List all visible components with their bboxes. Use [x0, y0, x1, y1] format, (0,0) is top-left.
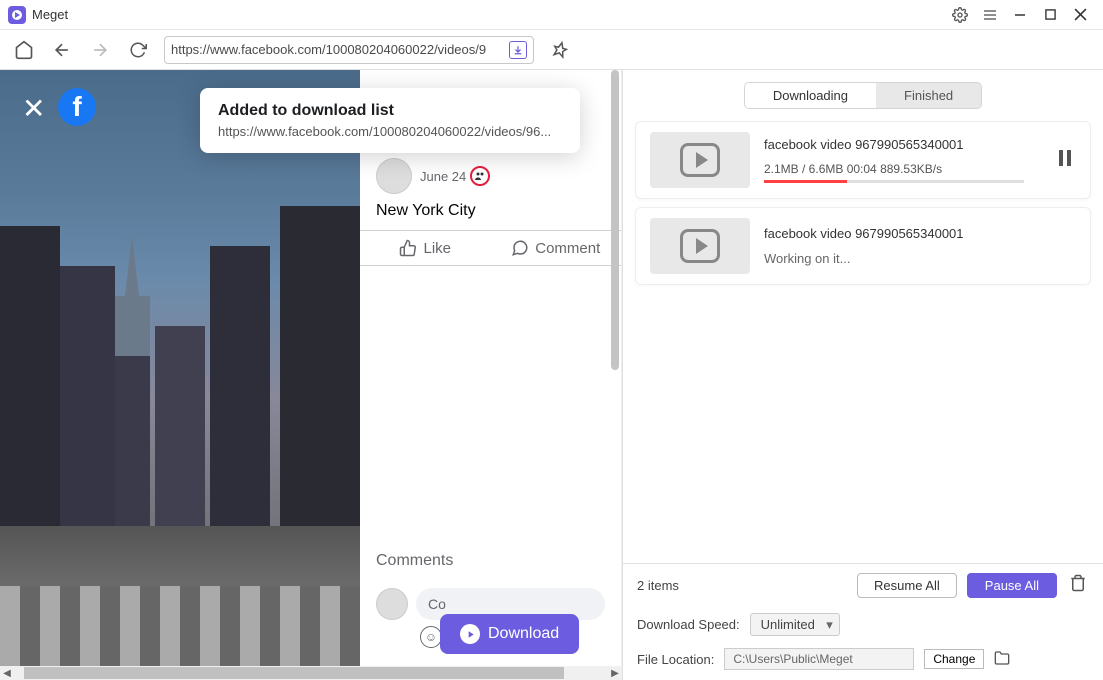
- scrollbar[interactable]: [611, 70, 619, 666]
- minimize-button[interactable]: [1005, 3, 1035, 27]
- app-title: Meget: [32, 7, 68, 22]
- progress-bar: [764, 180, 1024, 183]
- home-icon[interactable]: [12, 38, 36, 62]
- titlebar: Meget: [0, 0, 1103, 30]
- comment-button[interactable]: Comment: [491, 231, 622, 265]
- close-video-icon[interactable]: ✕: [22, 92, 45, 125]
- pause-icon[interactable]: [1054, 146, 1076, 175]
- download-item[interactable]: facebook video 967990565340001 2.1MB / 6…: [635, 121, 1091, 199]
- download-toast: Added to download list https://www.faceb…: [200, 88, 580, 153]
- download-name: facebook video 967990565340001: [764, 226, 1076, 241]
- location-label: File Location:: [637, 652, 714, 667]
- items-count: 2 items: [637, 578, 847, 593]
- app-logo: [8, 6, 26, 24]
- url-input[interactable]: https://www.facebook.com/100080204060022…: [164, 36, 534, 64]
- download-stats: 2.1MB / 6.6MB 00:04 889.53KB/s: [764, 162, 1040, 176]
- toast-url: https://www.facebook.com/100080204060022…: [218, 124, 562, 139]
- tab-finished[interactable]: Finished: [876, 83, 981, 108]
- commenter-avatar: [376, 588, 408, 620]
- facebook-logo[interactable]: f: [58, 88, 96, 126]
- audience-icon[interactable]: [470, 166, 490, 186]
- browser-bar: https://www.facebook.com/100080204060022…: [0, 30, 1103, 70]
- url-download-icon[interactable]: [509, 41, 527, 59]
- download-thumbnail: [650, 218, 750, 274]
- change-button[interactable]: Change: [924, 649, 984, 669]
- maximize-button[interactable]: [1035, 3, 1065, 27]
- post-title: New York City: [360, 198, 621, 230]
- post-date: June 24: [420, 169, 466, 184]
- author-avatar[interactable]: [376, 158, 412, 194]
- download-item[interactable]: facebook video 967990565340001 Working o…: [635, 207, 1091, 285]
- folder-icon[interactable]: [994, 650, 1010, 669]
- refresh-icon[interactable]: [126, 38, 150, 62]
- download-button-label: Download: [488, 625, 559, 643]
- horizontal-scrollbar[interactable]: ◀ ▶: [0, 666, 622, 680]
- download-icon: [460, 624, 480, 644]
- tabs: Downloading Finished: [623, 70, 1103, 117]
- speed-label: Download Speed:: [637, 617, 740, 632]
- forward-icon[interactable]: [88, 38, 112, 62]
- download-name: facebook video 967990565340001: [764, 137, 1040, 152]
- like-button[interactable]: Like: [360, 231, 491, 265]
- close-button[interactable]: [1065, 3, 1095, 27]
- downloads-panel: Downloading Finished facebook video 9679…: [622, 70, 1103, 680]
- browser-pane: ✕ f June 24 New York City Like: [0, 70, 622, 680]
- comment-label: Comment: [535, 240, 600, 257]
- trash-icon[interactable]: [1067, 572, 1089, 599]
- speed-select[interactable]: Unlimited: [750, 613, 840, 636]
- location-input[interactable]: C:\Users\Public\Meget: [724, 648, 914, 670]
- menu-icon[interactable]: [975, 3, 1005, 27]
- emoji-icon[interactable]: ☺: [420, 626, 442, 648]
- resume-all-button[interactable]: Resume All: [857, 573, 957, 598]
- like-label: Like: [423, 240, 451, 257]
- toast-title: Added to download list: [218, 102, 562, 120]
- tab-downloading[interactable]: Downloading: [745, 83, 876, 108]
- download-button[interactable]: Download: [440, 614, 579, 654]
- download-list: facebook video 967990565340001 2.1MB / 6…: [623, 117, 1103, 563]
- settings-icon[interactable]: [945, 3, 975, 27]
- url-text: https://www.facebook.com/100080204060022…: [171, 42, 509, 57]
- download-status: Working on it...: [764, 251, 1076, 266]
- pause-all-button[interactable]: Pause All: [967, 573, 1057, 598]
- pin-icon[interactable]: [548, 38, 572, 62]
- back-icon[interactable]: [50, 38, 74, 62]
- video-player[interactable]: ✕ f: [0, 70, 360, 666]
- comments-heading: Comments: [376, 552, 605, 570]
- download-thumbnail: [650, 132, 750, 188]
- post-sidebar: June 24 New York City Like Comment: [360, 70, 622, 666]
